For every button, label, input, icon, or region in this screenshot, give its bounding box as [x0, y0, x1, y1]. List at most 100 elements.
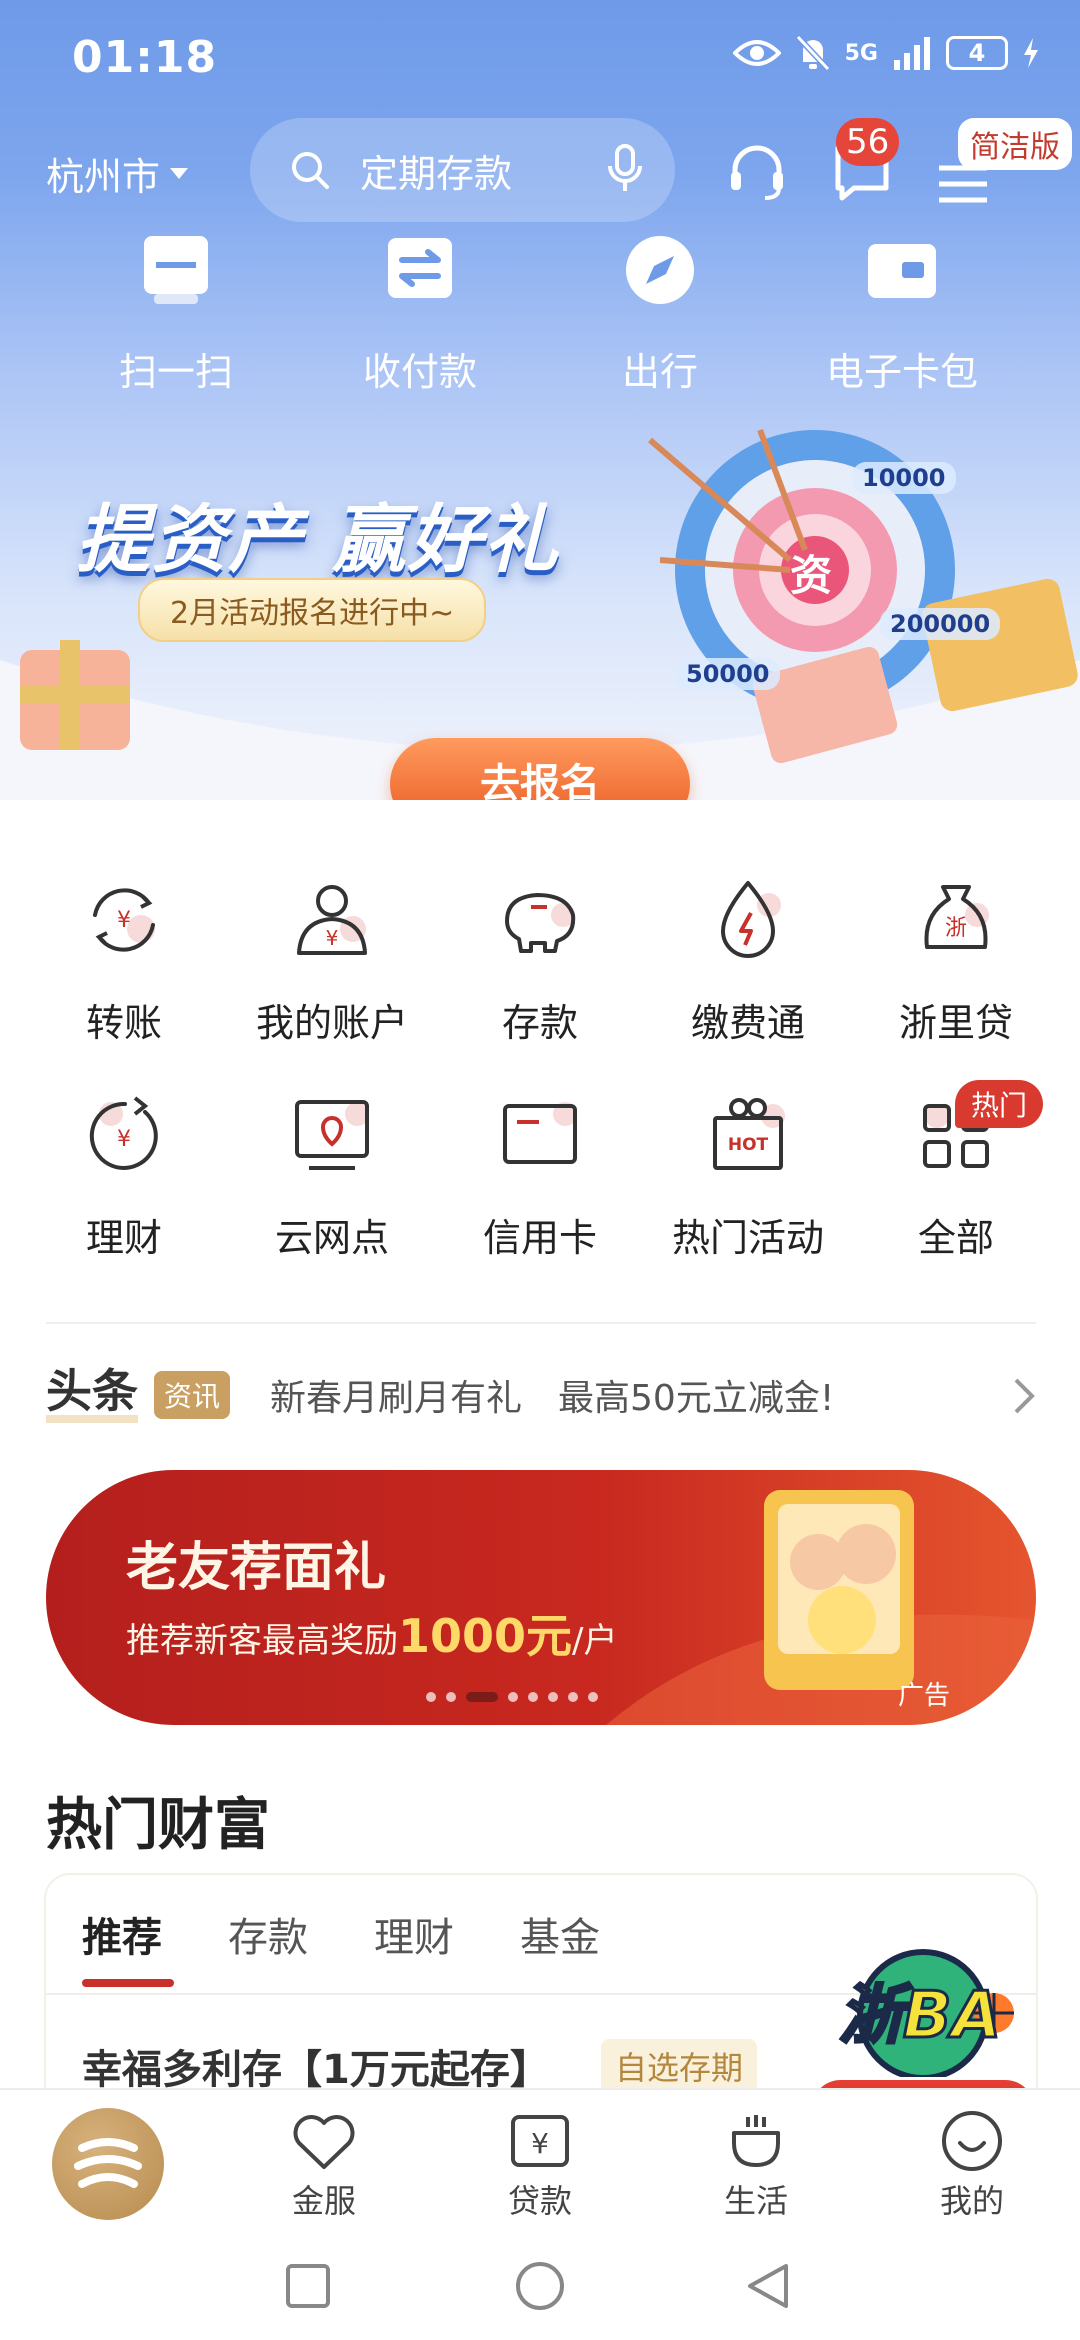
service-label: 转账	[85, 1001, 162, 1045]
message-count-badge: 56	[836, 118, 900, 166]
cup-icon	[732, 2115, 780, 2167]
quick-action-label: 收付款	[362, 350, 477, 394]
simple-mode-toggle[interactable]: 简洁版	[958, 118, 1072, 170]
quick-action-label: 出行	[621, 350, 698, 394]
tab-recommended[interactable]: 推荐	[82, 1905, 162, 1963]
carousel-dot[interactable]	[446, 1692, 456, 1702]
nav-loan[interactable]: ¥ 贷款	[470, 2108, 610, 2222]
svg-text:¥: ¥	[117, 908, 131, 933]
back-triangle-icon[interactable]	[742, 2260, 794, 2312]
service-label: 缴费通	[690, 1001, 805, 1045]
home-circle-icon[interactable]	[514, 2260, 566, 2312]
bottom-navigation: 金服 ¥ 贷款 生活 我的	[0, 2088, 1080, 2230]
ad-label: 广告	[897, 1681, 950, 1711]
app-header: 杭州市 定期存款 56 简洁版	[0, 118, 1080, 228]
headline-text: 新春月刷月有礼 最高50元立减金!	[270, 1378, 835, 1419]
status-time: 01:18	[72, 32, 218, 83]
carousel-dot[interactable]	[528, 1692, 538, 1702]
signal-icon	[894, 37, 930, 70]
svg-text:浙: 浙	[945, 916, 967, 941]
referral-promo-banner[interactable]: 老友荐面礼 推荐新客最高奖励1000元/户 广告	[46, 1470, 1036, 1725]
payment-icon	[721, 881, 781, 958]
piggy-bank-icon	[505, 893, 576, 953]
bank-logo-icon	[74, 2138, 142, 2188]
tab-wealth[interactable]: 理财	[374, 1905, 454, 1963]
scan-icon	[144, 236, 208, 304]
active-tab-indicator	[82, 1979, 174, 1987]
mute-bell-icon	[795, 34, 830, 72]
transfer-icon: ¥	[93, 888, 155, 952]
nav-label: 贷款	[507, 2182, 572, 2220]
banner-subtitle: 2月活动报名进行中~	[138, 578, 487, 642]
battery-indicator: 4	[946, 36, 1008, 70]
service-label: 存款	[501, 1001, 578, 1045]
quick-action-travel[interactable]: 出行	[570, 230, 750, 396]
service-label: 信用卡	[482, 1216, 597, 1260]
service-label: 热门活动	[671, 1216, 824, 1260]
service-cloud-branch[interactable]: 云网点	[232, 1090, 432, 1262]
service-credit-card[interactable]: 信用卡	[440, 1090, 640, 1262]
banner-title: 提资产 赢好礼	[76, 497, 560, 583]
product-name[interactable]: 幸福多利存【1万元起存】	[82, 2037, 550, 2095]
divider	[46, 1322, 1036, 1324]
carousel-dot[interactable]	[548, 1692, 558, 1702]
carousel-dot[interactable]	[466, 1692, 498, 1702]
zba-logo: 浙BA	[837, 1949, 1014, 2081]
credit-card-icon	[503, 1102, 577, 1164]
network-type: 5G	[844, 40, 878, 66]
section-title: 热门财富	[46, 1793, 270, 1858]
carousel-dot[interactable]	[508, 1692, 518, 1702]
wealth-icon: ¥	[89, 1096, 158, 1170]
carousel-dot[interactable]	[426, 1692, 436, 1702]
charging-icon	[1024, 38, 1038, 68]
search-icon	[292, 152, 329, 189]
service-my-account[interactable]: ¥ 我的账户	[232, 875, 432, 1047]
nav-mine[interactable]: 我的	[902, 2108, 1042, 2222]
quick-action-scan[interactable]: 扫一扫	[86, 230, 266, 396]
target-center-label: 资	[790, 551, 833, 600]
compass-icon	[626, 236, 694, 304]
svg-text:浙BA: 浙BA	[839, 1979, 1001, 2053]
quick-action-wallet[interactable]: 电子卡包	[812, 230, 992, 396]
city-selector[interactable]: 杭州市	[46, 146, 189, 201]
transfer-arrows-icon	[388, 238, 452, 298]
city-name: 杭州市	[46, 155, 161, 199]
account-icon: ¥	[297, 885, 367, 955]
search-placeholder: 定期存款	[360, 151, 513, 196]
recent-apps-icon[interactable]	[284, 2262, 332, 2310]
carousel-dot[interactable]	[588, 1692, 598, 1702]
wallet-icon	[868, 244, 936, 298]
service-deposit[interactable]: 存款	[440, 875, 640, 1047]
customer-service-icon[interactable]	[725, 140, 789, 204]
headline-ticker[interactable]: 头条 资讯 新春月刷月有礼 最高50元立减金!	[46, 1360, 1036, 1430]
heart-icon	[293, 2115, 355, 2169]
service-hot-events[interactable]: HOT 热门活动	[648, 1090, 848, 1262]
nav-finance[interactable]: 金服	[254, 2108, 394, 2222]
status-icons: 5G 4	[732, 34, 1040, 72]
chevron-right-icon[interactable]	[1012, 1376, 1036, 1416]
service-wealth[interactable]: ¥ 理财	[24, 1090, 224, 1262]
svg-text:¥: ¥	[326, 926, 339, 950]
microphone-icon[interactable]	[607, 144, 643, 194]
quick-action-pay[interactable]: 收付款	[330, 230, 510, 396]
target-value: 10000	[852, 462, 956, 494]
nav-label: 我的	[939, 2182, 1004, 2220]
service-payment[interactable]: 缴费通	[648, 875, 848, 1047]
quick-action-label: 电子卡包	[825, 350, 978, 394]
service-label: 我的账户	[255, 1001, 408, 1045]
tab-funds[interactable]: 基金	[520, 1905, 600, 1963]
search-bar[interactable]: 定期存款	[250, 118, 675, 222]
tab-deposit[interactable]: 存款	[228, 1905, 308, 1963]
chevron-down-icon	[170, 168, 189, 179]
target-value: 50000	[676, 658, 780, 690]
target-value: 200000	[880, 608, 1001, 640]
nav-label: 生活	[723, 2182, 788, 2220]
carousel-dot[interactable]	[568, 1692, 578, 1702]
service-transfer[interactable]: ¥ 转账	[24, 875, 224, 1047]
service-loan[interactable]: 浙 浙里贷	[856, 875, 1056, 1047]
system-navigation-bar	[0, 2230, 1080, 2340]
home-logo-button[interactable]	[52, 2108, 164, 2220]
service-label: 全部	[917, 1216, 994, 1260]
smile-icon	[942, 2111, 1002, 2171]
nav-life[interactable]: 生活	[686, 2108, 826, 2222]
